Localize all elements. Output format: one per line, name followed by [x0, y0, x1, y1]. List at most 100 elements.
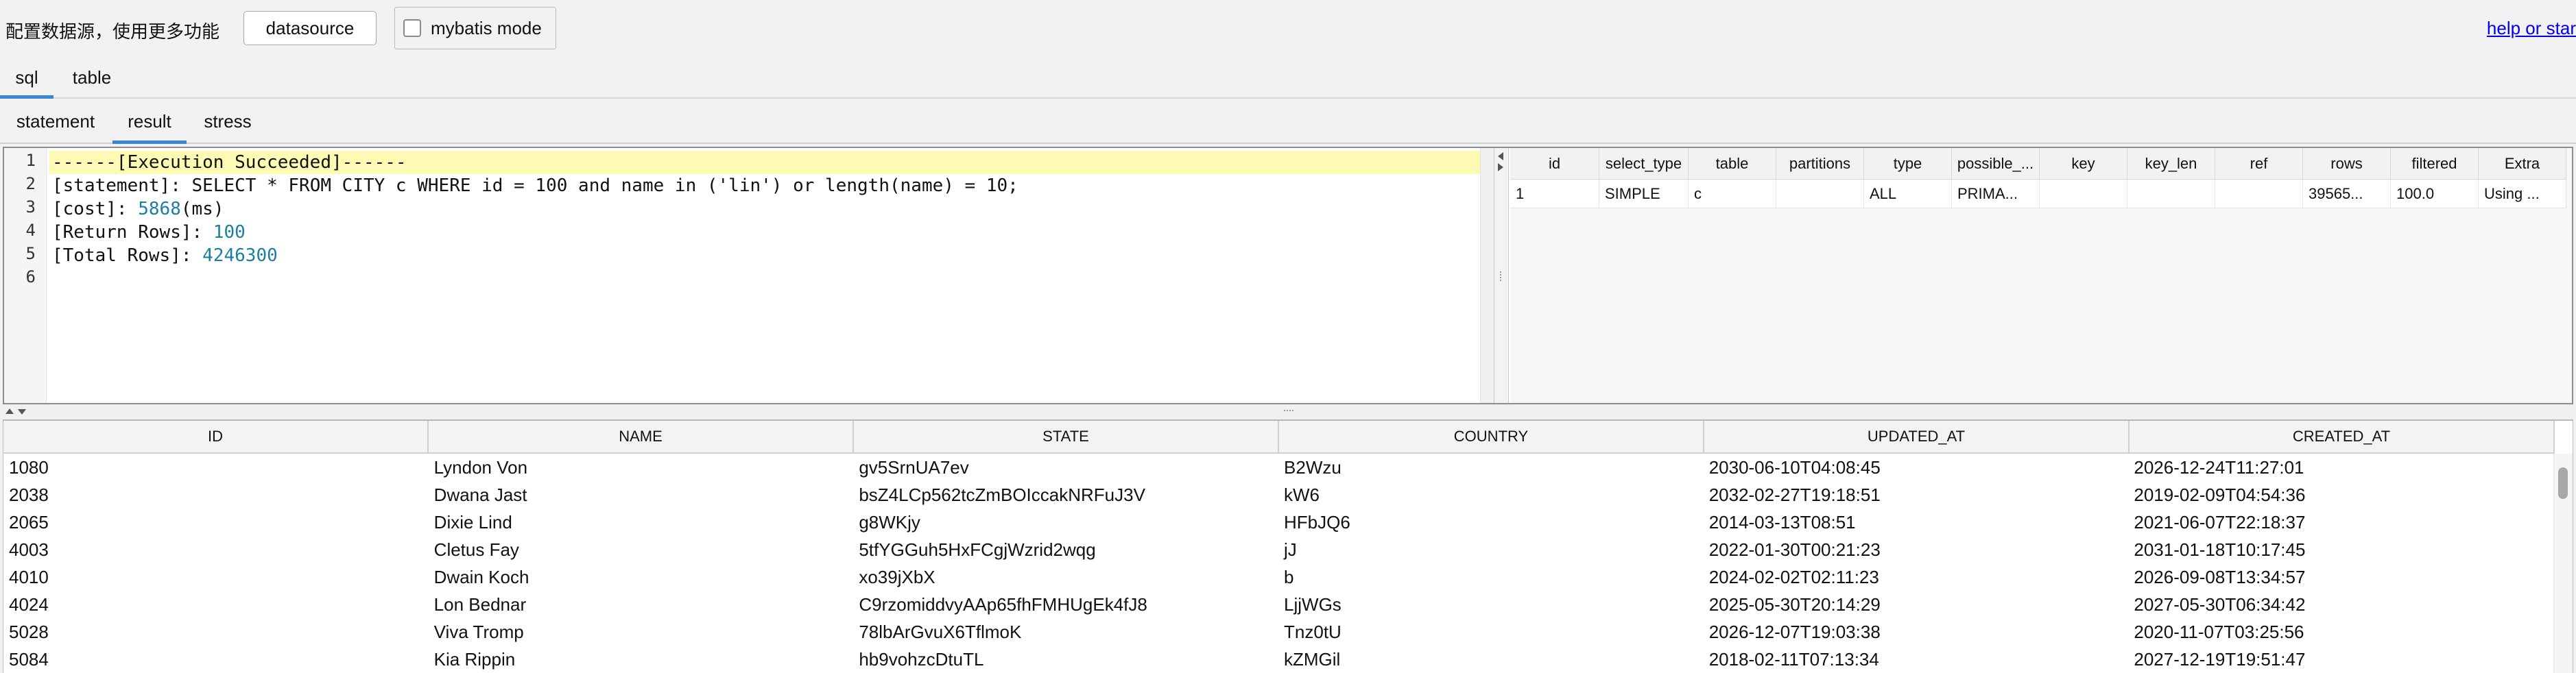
statement-key: statement [62, 175, 160, 196]
code-line-status: ------[Execution Succeeded]------ [52, 152, 407, 173]
cell-country: b [1284, 566, 1294, 587]
cell-name: Dwain Koch [433, 566, 529, 587]
table-row[interactable]: 4024 Lon Bednar C9rzomiddvyAAp65fhFMHUgE… [3, 591, 2553, 618]
cell-created-at: 2026-09-08T13:34:57 [2134, 566, 2306, 587]
cell-updated-at: 2032-02-27T19:18:51 [1708, 484, 1881, 505]
cell-created-at: 2021-06-07T22:18:37 [2134, 511, 2306, 533]
explain-col-type[interactable]: type [1864, 148, 1952, 180]
tab-stress[interactable]: stress [195, 100, 261, 143]
secondary-tabs: statement result stress [0, 100, 2576, 144]
explain-col-partitions[interactable]: partitions [1776, 148, 1864, 180]
cell-created-at: 2027-05-30T06:34:42 [2134, 594, 2306, 615]
table-row[interactable]: 1080 Lyndon Von gv5SrnUA7ev B2Wzu 2030-0… [3, 454, 2553, 481]
help-link[interactable]: help or star [2487, 18, 2576, 39]
cell-state: C9rzomiddvyAAp65fhFMHUgEk4fJ8 [859, 594, 1147, 615]
code-line-return-rows: [Return Rows]: 100 [52, 222, 246, 243]
tab-table[interactable]: table [60, 58, 123, 97]
cell-name: Cletus Fay [433, 539, 519, 560]
table-row[interactable]: 4010 Dwain Koch xo39jXbX b 2024-02-02T02… [3, 563, 2553, 591]
cell-country: kZMGil [1284, 648, 1341, 670]
code-line-cost: [cost]: 5868(ms) [52, 199, 224, 219]
mybatis-mode-label: mybatis mode [431, 17, 542, 38]
collapse-right-icon[interactable] [1498, 163, 1503, 171]
cost-unit: (ms) [180, 199, 224, 219]
result-col-name[interactable]: NAME [429, 421, 854, 454]
datasource-button[interactable]: datasource [243, 11, 377, 45]
table-row[interactable]: 5084 Kia Rippin hb9vohzcDtuTL kZMGil 201… [3, 646, 2553, 673]
table-row[interactable]: 4003 Cletus Fay 5tfYGGuh5HxFCgjWzrid2wqg… [3, 536, 2553, 563]
result-col-id[interactable]: ID [3, 421, 429, 454]
explain-col-ref[interactable]: ref [2215, 148, 2303, 180]
collapse-up-icon[interactable] [5, 408, 14, 414]
cell-id: 2038 [9, 484, 49, 505]
explain-table: id select_type table partitions type pos… [1510, 148, 2572, 403]
line-number: 3 [25, 197, 36, 217]
line-number: 1 [25, 151, 36, 170]
line-number: 4 [25, 221, 36, 240]
result-editor[interactable]: 1 2 3 4 5 6 ------[Execution Succeeded]-… [4, 148, 1494, 403]
result-grid-scrollbar[interactable] [2553, 454, 2573, 673]
return-rows-value: 100 [213, 222, 246, 243]
explain-cell: 39565... [2303, 180, 2391, 208]
tab-statement[interactable]: statement [4, 100, 107, 143]
explain-col-id[interactable]: id [1510, 148, 1599, 180]
explain-row[interactable]: 1 SIMPLE c ALL PRIMA... 39565... 100.0 U… [1510, 180, 2566, 208]
splitter-grip-icon [1500, 271, 1503, 281]
result-col-state[interactable]: STATE [854, 421, 1279, 454]
cell-name: Viva Tromp [433, 621, 524, 642]
explain-col-key-len[interactable]: key_len [2127, 148, 2215, 180]
result-col-created-at[interactable]: CREATED_AT [2130, 421, 2555, 454]
explain-cell [2215, 180, 2303, 208]
collapse-down-icon[interactable] [18, 409, 26, 415]
collapse-left-icon[interactable] [1498, 152, 1503, 160]
explain-col-select-type[interactable]: select_type [1599, 148, 1689, 180]
cell-updated-at: 2030-06-10T04:08:45 [1708, 456, 1881, 478]
vertical-splitter[interactable] [1494, 148, 1509, 403]
code-area[interactable]: ------[Execution Succeeded]------ [state… [49, 148, 1480, 403]
explain-cell: 1 [1510, 180, 1599, 208]
mybatis-mode-checkbox[interactable] [403, 19, 421, 37]
explain-col-possible-keys[interactable]: possible_... [1952, 148, 2040, 180]
tab-sql[interactable]: sql [0, 58, 53, 99]
explain-col-filtered[interactable]: filtered [2391, 148, 2479, 180]
cell-country: B2Wzu [1284, 456, 1341, 478]
cell-created-at: 2031-01-18T10:17:45 [2134, 539, 2306, 560]
explain-header: id select_type table partitions type pos… [1510, 148, 2566, 180]
code-line-statement: [statement]: SELECT * FROM CITY c WHERE … [52, 175, 1018, 196]
table-row[interactable]: 5028 Viva Tromp 78lbArGvuX6TflmoK Tnz0tU… [3, 618, 2553, 646]
explain-cell: 100.0 [2391, 180, 2479, 208]
tab-result[interactable]: result [112, 100, 187, 144]
cell-updated-at: 2014-03-13T08:51 [1708, 511, 1856, 533]
table-row[interactable]: 2065 Dixie Lind g8WKjy HFbJQ6 2014-03-13… [3, 509, 2553, 536]
scrollbar-thumb[interactable] [2558, 467, 2568, 499]
cell-state: 78lbArGvuX6TflmoK [859, 621, 1022, 642]
cell-state: 5tfYGGuh5HxFCgjWzrid2wqg [859, 539, 1096, 560]
explain-cell: ALL [1864, 180, 1952, 208]
cell-updated-at: 2026-12-07T19:03:38 [1708, 621, 1881, 642]
line-number: 6 [25, 267, 36, 286]
mybatis-mode-toggle[interactable]: mybatis mode [394, 7, 556, 49]
cell-name: Kia Rippin [433, 648, 516, 670]
line-number: 2 [25, 174, 36, 193]
cell-name: Dwana Jast [433, 484, 527, 505]
explain-col-table[interactable]: table [1689, 148, 1776, 180]
cell-country: Tnz0tU [1284, 621, 1341, 642]
explain-cell: SIMPLE [1599, 180, 1689, 208]
explain-col-key[interactable]: key [2040, 148, 2127, 180]
cell-created-at: 2020-11-07T03:25:56 [2134, 621, 2304, 642]
cell-state: hb9vohzcDtuTL [859, 648, 984, 670]
cell-name: Lon Bednar [433, 594, 527, 615]
line-number-gutter: 1 2 3 4 5 6 [4, 148, 47, 403]
explain-col-extra[interactable]: Extra [2479, 148, 2566, 180]
table-row[interactable]: 2038 Dwana Jast bsZ4LCp562tcZmBOIccakNRF… [3, 481, 2553, 509]
cell-country: HFbJQ6 [1284, 511, 1350, 533]
cell-id: 4024 [9, 594, 49, 615]
explain-cell: PRIMA... [1952, 180, 2040, 208]
explain-col-rows[interactable]: rows [2303, 148, 2391, 180]
result-col-updated-at[interactable]: UPDATED_AT [1704, 421, 2130, 454]
return-rows-key: Return Rows [62, 222, 181, 243]
result-col-country[interactable]: COUNTRY [1279, 421, 1704, 454]
editor-scrollbar[interactable] [1480, 148, 1494, 403]
explain-cell [2040, 180, 2127, 208]
horizontal-splitter[interactable] [0, 404, 2576, 419]
